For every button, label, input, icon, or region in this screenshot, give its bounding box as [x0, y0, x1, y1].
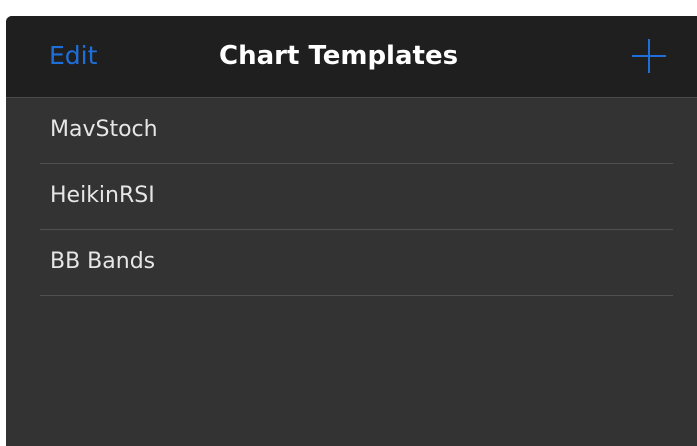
header-bar: Edit Chart Templates: [6, 16, 697, 98]
plus-icon[interactable]: [629, 36, 669, 76]
list-item-mavstoch[interactable]: MavStoch: [40, 98, 673, 164]
edit-button[interactable]: Edit: [49, 41, 97, 70]
chart-templates-panel: Edit Chart Templates MavStoch HeikinRSI …: [6, 16, 697, 446]
list-item-label: MavStoch: [50, 117, 158, 142]
list-item-heikinrsi[interactable]: HeikinRSI: [40, 164, 673, 230]
list-item-label: BB Bands: [50, 249, 156, 274]
template-list: MavStoch HeikinRSI BB Bands: [6, 98, 697, 296]
list-item-label: HeikinRSI: [50, 183, 155, 208]
page-title: Chart Templates: [219, 41, 459, 71]
list-item-bb-bands[interactable]: BB Bands: [40, 230, 673, 296]
